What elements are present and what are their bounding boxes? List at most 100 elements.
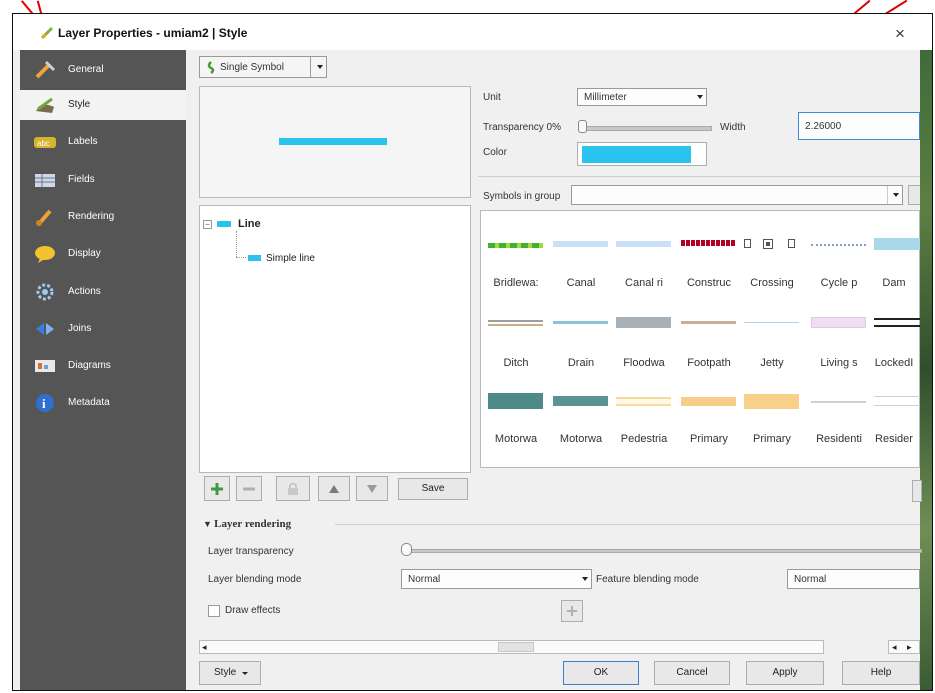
expand-triangle-icon: ▼ (203, 519, 215, 529)
sidebar-item-rendering[interactable]: Rendering (20, 202, 186, 232)
layer-blending-label: Layer blending mode (208, 574, 302, 585)
symbol-swatch[interactable] (681, 321, 736, 324)
symbol-name: Canal ri (625, 277, 663, 289)
move-up-button[interactable] (318, 476, 350, 501)
sidebar-item-label: Joins (68, 323, 92, 334)
feature-blending-select[interactable]: Normal (787, 569, 920, 589)
lock-layer-button[interactable] (276, 476, 310, 501)
color-button[interactable] (577, 142, 707, 166)
move-down-button[interactable] (356, 476, 388, 501)
layer-transparency-handle[interactable] (401, 543, 412, 556)
sidebar-item-style[interactable]: Style (20, 90, 186, 120)
symbol-name: Primary (690, 433, 728, 445)
symbol-swatch[interactable] (811, 317, 866, 328)
symbol-swatch[interactable] (744, 394, 799, 409)
symbol-swatch[interactable] (874, 318, 920, 327)
symbol-swatch[interactable] (616, 241, 671, 247)
sidebar-item-label: Display (68, 248, 101, 259)
sidebar-item-general[interactable]: General (20, 55, 186, 85)
symbols-group-select[interactable] (571, 185, 903, 205)
symbol-swatch[interactable] (488, 320, 543, 326)
layer-rendering-heading[interactable]: ▼ Layer rendering (203, 518, 291, 530)
layer-transparency-slider[interactable] (405, 549, 922, 553)
unit-label: Unit (483, 92, 501, 103)
table-icon (34, 170, 56, 190)
sidebar-item-metadata[interactable]: i Metadata (20, 388, 186, 418)
symbol-name: Cycle p (820, 277, 858, 289)
cancel-button[interactable]: Cancel (654, 661, 730, 685)
horizontal-scrollbar-right[interactable]: ◂ ▸ (888, 640, 920, 654)
tree-item-simple-line[interactable]: Simple line (266, 253, 315, 264)
ok-button[interactable]: OK (563, 661, 639, 685)
save-button[interactable]: Save (398, 478, 468, 500)
paint-brush-icon (34, 95, 56, 115)
renderer-type-select[interactable]: Single Symbol (199, 56, 327, 78)
wrench-icon (34, 60, 56, 80)
symbol-swatch[interactable] (488, 393, 543, 409)
symbol-name: Crossing (750, 277, 794, 289)
remove-symbol-layer-button[interactable] (236, 476, 262, 501)
sidebar-item-display[interactable]: Display (20, 239, 186, 269)
symbols-in-group-label: Symbols in group (483, 191, 561, 202)
symbol-name: Footpath (687, 357, 731, 369)
tree-item-line[interactable]: Line (238, 218, 261, 230)
layer-blending-select[interactable]: Normal (401, 569, 592, 589)
sidebar-item-labels[interactable]: abc Labels (20, 127, 186, 157)
advanced-button[interactable] (912, 480, 922, 502)
width-spinbox[interactable]: 2.26000 (798, 112, 920, 140)
feature-blending-label: Feature blending mode (596, 574, 699, 585)
transparency-slider-handle[interactable] (578, 120, 587, 133)
chevron-down-icon (697, 95, 703, 99)
sidebar-item-diagrams[interactable]: Diagrams (20, 351, 186, 381)
add-symbol-layer-button[interactable] (204, 476, 230, 501)
feature-blending-value: Normal (794, 574, 827, 585)
symbol-swatch[interactable] (616, 397, 671, 406)
chevron-down-icon (242, 672, 248, 675)
customize-effects-button[interactable] (561, 600, 583, 622)
collapse-toggle[interactable]: − (203, 220, 212, 229)
symbol-swatch[interactable] (553, 241, 608, 247)
horizontal-scrollbar[interactable]: ◂ (199, 640, 824, 654)
symbol-swatch[interactable] (874, 396, 920, 406)
join-arrows-icon (34, 319, 56, 339)
unit-select[interactable]: Millimeter (577, 88, 707, 106)
symbol-swatch[interactable] (811, 244, 866, 247)
symbol-name: Primary (753, 433, 791, 445)
symbol-swatch[interactable] (553, 396, 608, 406)
symbol-name: Bridlewa: (493, 277, 539, 289)
symbol-name: Dam (882, 277, 906, 289)
chevron-down-icon (582, 577, 588, 581)
symbol-preview (199, 86, 471, 198)
symbol-swatch[interactable] (553, 321, 608, 324)
draw-effects-checkbox[interactable] (208, 605, 220, 617)
symbol-swatch[interactable] (616, 317, 671, 328)
gear-icon (34, 282, 56, 302)
renderer-type-value: Single Symbol (220, 62, 284, 73)
symbol-name: Floodwa (623, 357, 665, 369)
sidebar-item-fields[interactable]: Fields (20, 165, 186, 195)
symbol-swatch[interactable] (488, 243, 543, 248)
symbol-swatch[interactable] (811, 401, 866, 403)
symbol-swatch[interactable] (744, 238, 800, 250)
close-icon[interactable]: × (895, 24, 905, 44)
sidebar-item-actions[interactable]: Actions (20, 277, 186, 307)
sidebar-item-joins[interactable]: Joins (20, 314, 186, 344)
symbol-swatch[interactable] (681, 397, 736, 406)
symbol-swatch[interactable] (681, 240, 736, 246)
symbol-swatch[interactable] (744, 322, 799, 323)
scrollbar-thumb[interactable] (498, 642, 534, 652)
sidebar-item-label: Rendering (68, 211, 115, 222)
symbol-name: Jetty (760, 357, 784, 369)
simple-line-icon (248, 255, 261, 261)
speech-bubble-icon (34, 244, 56, 264)
symbol-layers-tree[interactable]: − Line Simple line (199, 205, 471, 473)
help-button[interactable]: Help (842, 661, 920, 685)
unit-value: Millimeter (584, 92, 627, 103)
style-menu-button[interactable]: Style (199, 661, 261, 685)
symbol-swatch[interactable] (874, 238, 920, 250)
transparency-slider[interactable] (580, 126, 712, 131)
single-symbol-icon (206, 61, 216, 77)
symbol-name: Ditch (503, 357, 529, 369)
symbol-name: Motorwa (494, 433, 538, 445)
apply-button[interactable]: Apply (746, 661, 824, 685)
